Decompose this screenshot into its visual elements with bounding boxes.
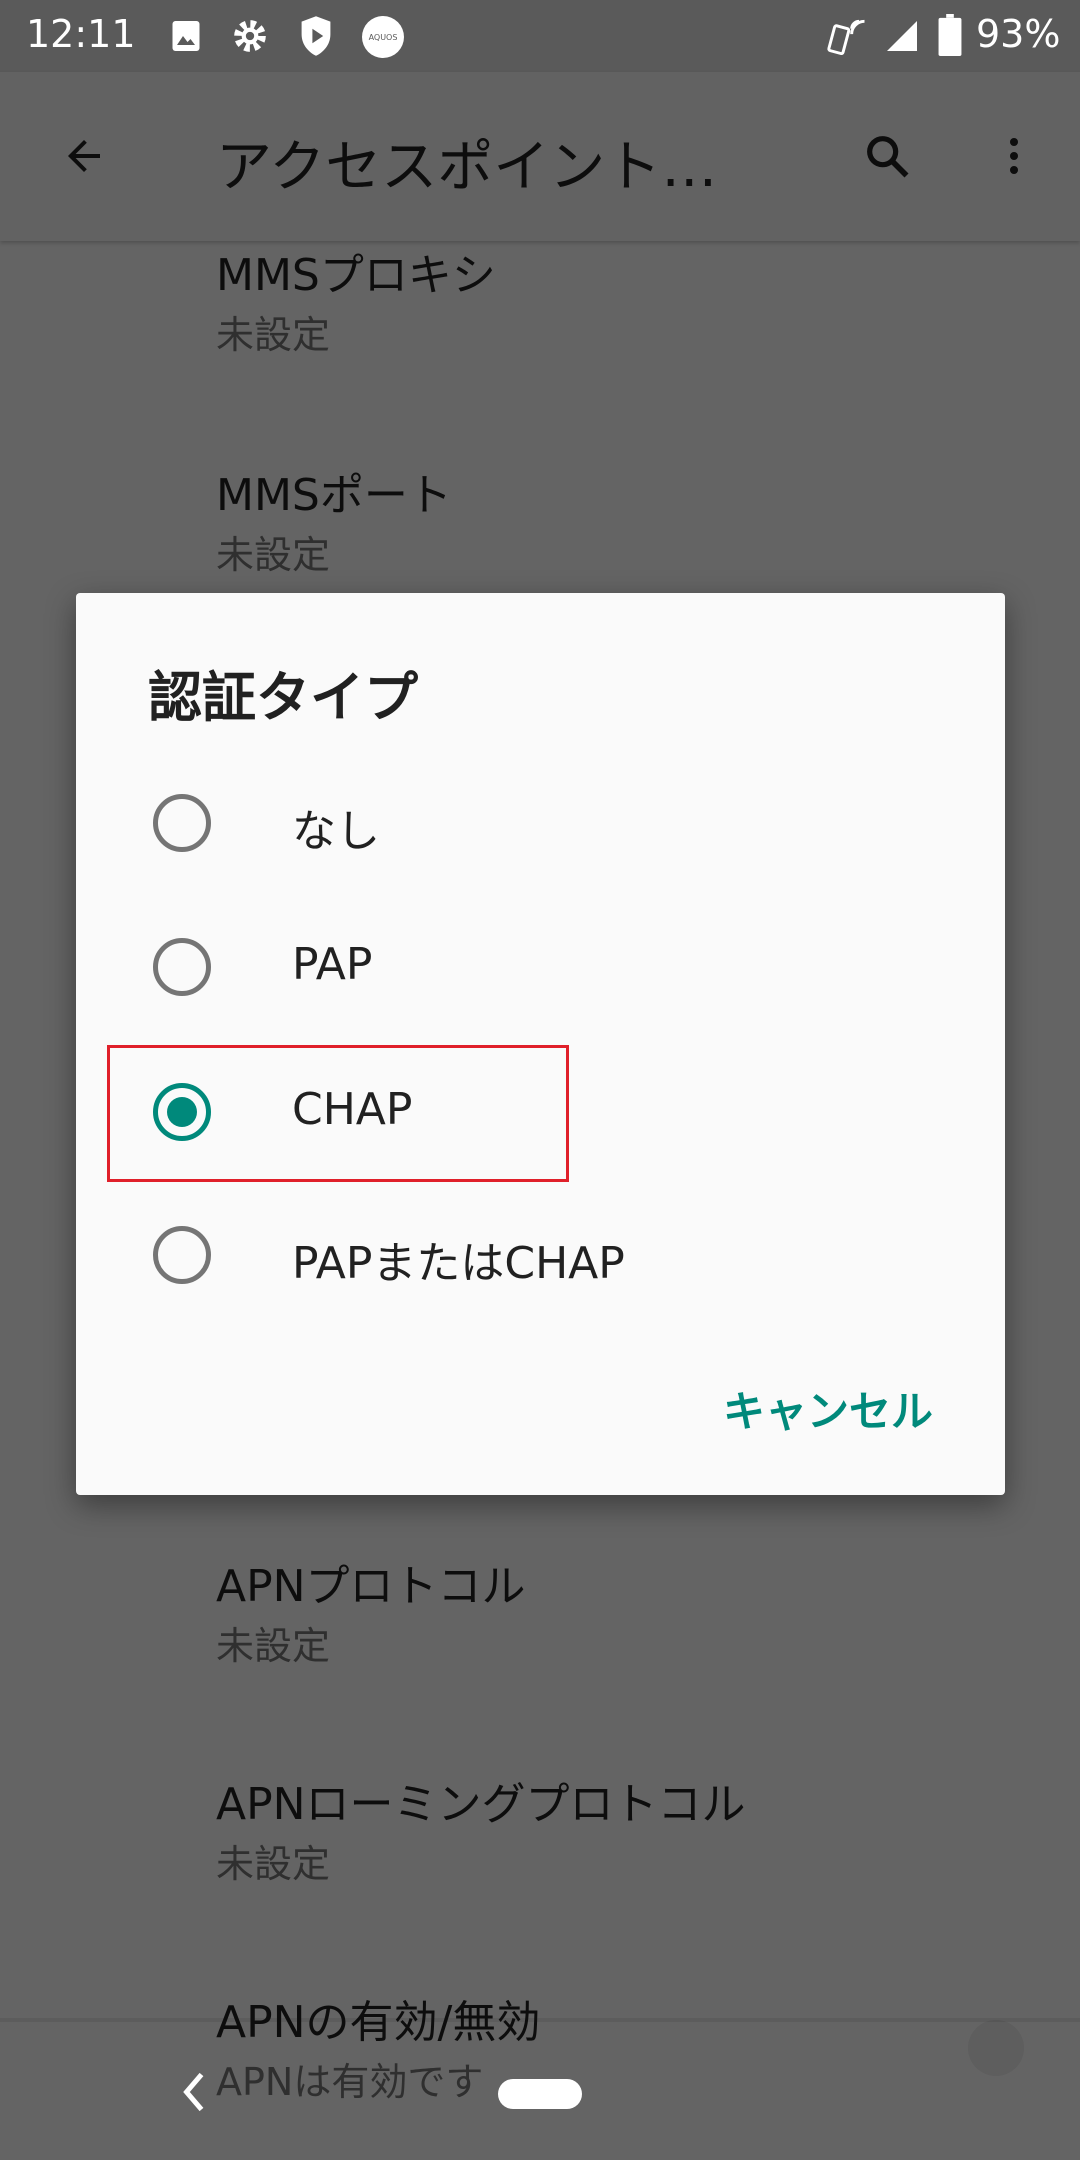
more-vert-icon[interactable] bbox=[982, 124, 1046, 188]
highlight-box bbox=[107, 1045, 569, 1182]
option-label: なし bbox=[292, 806, 380, 857]
status-bar: 12:11 AQUOS 93% bbox=[0, 0, 1080, 72]
item-summary: 未設定 bbox=[216, 313, 331, 357]
list-item-apn-enable[interactable]: APNの有効/無効 APNは有効です bbox=[216, 1995, 540, 2107]
option-pap-or-chap[interactable]: PAPまたはCHAP bbox=[76, 1185, 1005, 1325]
auth-type-dialog: 認証タイプ なし PAP CHAP PAPまたはCHAP キャンセル bbox=[76, 593, 1005, 1495]
list-item-mms-port[interactable]: MMSポート未設定 bbox=[216, 468, 452, 580]
status-time: 12:11 bbox=[26, 12, 136, 56]
signal-icon bbox=[887, 21, 917, 51]
radio-unchecked-icon[interactable] bbox=[153, 938, 211, 996]
item-summary: 未設定 bbox=[216, 533, 331, 577]
back-arrow-icon[interactable] bbox=[52, 124, 116, 188]
radio-unchecked-icon[interactable] bbox=[153, 794, 211, 852]
option-pap[interactable]: PAP bbox=[76, 897, 1005, 1037]
option-none[interactable]: なし bbox=[76, 753, 1005, 893]
battery-icon bbox=[938, 14, 962, 56]
aquos-icon: AQUOS bbox=[362, 16, 404, 58]
image-icon bbox=[172, 21, 200, 51]
item-title: MMSポート bbox=[216, 470, 452, 521]
option-label: PAP bbox=[292, 939, 373, 990]
shield-play-icon bbox=[301, 16, 331, 56]
toolbar: アクセスポイント… bbox=[0, 72, 1080, 241]
item-summary: 未設定 bbox=[216, 1842, 331, 1886]
item-summary: APNは有効です bbox=[216, 2060, 484, 2104]
item-title: APNの有効/無効 bbox=[216, 1997, 541, 2048]
page-title: アクセスポイント… bbox=[216, 135, 718, 200]
list-item-apn-roaming-protocol[interactable]: APNローミングプロトコル未設定 bbox=[216, 1777, 746, 1889]
radio-unchecked-icon[interactable] bbox=[153, 1226, 211, 1284]
cancel-button[interactable]: キャンセル bbox=[723, 1378, 933, 1439]
item-summary: 未設定 bbox=[216, 1624, 331, 1668]
search-icon[interactable] bbox=[855, 124, 919, 188]
battery-percent: 93% bbox=[976, 12, 1061, 56]
nfc-phone-icon bbox=[827, 19, 865, 56]
item-title: MMSプロキシ bbox=[216, 250, 496, 301]
option-label: PAPまたはCHAP bbox=[292, 1238, 625, 1289]
item-title: APNローミングプロトコル bbox=[216, 1779, 746, 1830]
dialog-title: 認証タイプ bbox=[148, 666, 418, 729]
item-title: APNプロトコル bbox=[216, 1561, 526, 1612]
list-item-apn-protocol[interactable]: APNプロトコル未設定 bbox=[216, 1559, 526, 1671]
back-chevron-icon[interactable] bbox=[180, 2072, 208, 2112]
gear-icon bbox=[234, 20, 266, 52]
list-item-mms-proxy[interactable]: MMSプロキシ未設定 bbox=[216, 248, 496, 360]
